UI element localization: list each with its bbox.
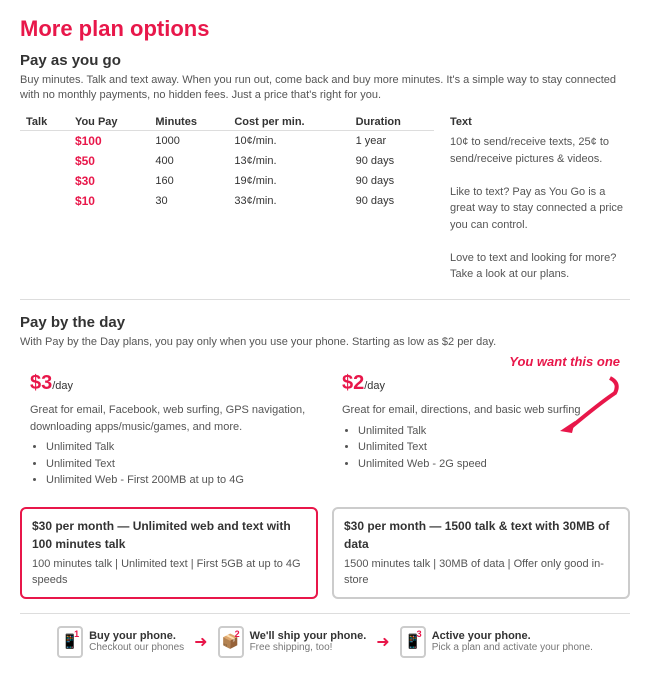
annotation-container: You want this one (509, 354, 620, 433)
col-cost: Cost per min. (228, 114, 349, 131)
step-2-text: We'll ship your phone. Free shipping, to… (250, 630, 367, 653)
payasyougo-table-container: Talk You Pay Minutes Cost per min. Durat… (20, 114, 434, 283)
step-3-sublabel: Pick a plan and activate your phone. (432, 642, 593, 653)
annotation-text: You want this one (509, 354, 620, 369)
cell-cost: 13¢/min. (228, 151, 349, 171)
plan-2day-unit: /day (364, 380, 385, 392)
step-1: 1 📱 Buy your phone. Checkout our phones (57, 626, 184, 658)
table-row: $5040013¢/min.90 days (20, 151, 434, 171)
payasyougo-section: Pay as you go Buy minutes. Talk and text… (20, 52, 630, 283)
cell-minutes: 30 (149, 191, 228, 211)
step-2-sublabel: Free shipping, too! (250, 642, 367, 653)
text-header: Text (450, 114, 630, 131)
plan-3day-bullets: Unlimited Talk Unlimited Text Unlimited … (30, 439, 308, 489)
step-arrow-2: ➜ (376, 632, 389, 652)
plan-2day-bullet-2: Unlimited Text (358, 439, 620, 456)
step-arrow-1: ➜ (194, 632, 207, 652)
bottom-plans: $30 per month — Unlimited web and text w… (20, 507, 630, 599)
bottom-plan-2-title: $30 per month — 1500 talk & text with 30… (344, 517, 618, 553)
plan-3day-bullet-1: Unlimited Talk (46, 439, 308, 456)
cell-minutes: 400 (149, 151, 228, 171)
step-3: 3 📱 Active your phone. Pick a plan and a… (400, 626, 593, 658)
page-container: More plan options Pay as you go Buy minu… (0, 0, 650, 680)
paybyday-title: Pay by the day (20, 314, 630, 331)
footer-steps: 1 📱 Buy your phone. Checkout our phones … (20, 613, 630, 664)
plan-card-3day: $3/day Great for email, Facebook, web su… (20, 360, 318, 497)
step-2: 2 📦 We'll ship your phone. Free shipping… (218, 626, 367, 658)
step-1-label: Buy your phone. (89, 630, 184, 642)
cell-talk (20, 171, 69, 191)
col-talk: Talk (20, 114, 69, 131)
col-youpay: You Pay (69, 114, 149, 131)
text-line1: 10¢ to send/receive texts, 25¢ to send/r… (450, 134, 630, 167)
payasyougo-title: Pay as you go (20, 52, 630, 69)
col-duration: Duration (350, 114, 434, 131)
paybyday-section: Pay by the day With Pay by the Day plans… (20, 314, 630, 599)
col-minutes: Minutes (149, 114, 228, 131)
divider-1 (20, 299, 630, 300)
step-3-icon: 3 📱 (400, 626, 426, 658)
plan-3day-desc: Great for email, Facebook, web surfing, … (30, 402, 308, 435)
plan-3day-bullet-3: Unlimited Web - First 200MB at up to 4G (46, 472, 308, 489)
annotation-arrow-icon (540, 373, 620, 433)
plan-3day-price: $3 (30, 372, 52, 394)
plan-3day-unit: /day (52, 380, 73, 392)
step-1-sublabel: Checkout our phones (89, 642, 184, 653)
text-line3: Love to text and looking for more? Take … (450, 250, 630, 283)
cell-duration: 90 days (350, 191, 434, 211)
plan-3day-bullet-2: Unlimited Text (46, 456, 308, 473)
step-3-text: Active your phone. Pick a plan and activ… (432, 630, 593, 653)
cell-minutes: 160 (149, 171, 228, 191)
paybyday-desc: With Pay by the Day plans, you pay only … (20, 335, 630, 350)
step-1-text: Buy your phone. Checkout our phones (89, 630, 184, 653)
cell-youpay: $50 (69, 151, 149, 171)
page-title: More plan options (20, 16, 630, 42)
cell-duration: 90 days (350, 171, 434, 191)
cell-talk (20, 191, 69, 211)
cell-minutes: 1000 (149, 130, 228, 151)
step-3-label: Active your phone. (432, 630, 593, 642)
payasyougo-table: Talk You Pay Minutes Cost per min. Durat… (20, 114, 434, 211)
cell-talk (20, 130, 69, 151)
cell-youpay: $30 (69, 171, 149, 191)
bottom-plan-1-desc: 100 minutes talk | Unlimited text | Firs… (32, 556, 306, 589)
table-row: $100100010¢/min.1 year (20, 130, 434, 151)
payasyougo-content: Talk You Pay Minutes Cost per min. Durat… (20, 114, 630, 283)
bottom-plan-2[interactable]: $30 per month — 1500 talk & text with 30… (332, 507, 630, 599)
text-section: Text 10¢ to send/receive texts, 25¢ to s… (450, 114, 630, 283)
cell-talk (20, 151, 69, 171)
plan-2day-bullet-3: Unlimited Web - 2G speed (358, 456, 620, 473)
bottom-plan-highlighted[interactable]: $30 per month — Unlimited web and text w… (20, 507, 318, 599)
cell-cost: 19¢/min. (228, 171, 349, 191)
table-row: $3016019¢/min.90 days (20, 171, 434, 191)
cell-duration: 1 year (350, 130, 434, 151)
cell-youpay: $10 (69, 191, 149, 211)
step-2-icon: 2 📦 (218, 626, 244, 658)
bottom-plan-2-desc: 1500 minutes talk | 30MB of data | Offer… (344, 556, 618, 589)
table-row: $103033¢/min.90 days (20, 191, 434, 211)
step-2-label: We'll ship your phone. (250, 630, 367, 642)
plan-2day-price: $2 (342, 372, 364, 394)
payasyougo-desc: Buy minutes. Talk and text away. When yo… (20, 73, 630, 104)
step-1-icon: 1 📱 (57, 626, 83, 658)
bottom-plan-1-title: $30 per month — Unlimited web and text w… (32, 517, 306, 553)
cell-duration: 90 days (350, 151, 434, 171)
cell-cost: 10¢/min. (228, 130, 349, 151)
cell-cost: 33¢/min. (228, 191, 349, 211)
text-line2: Like to text? Pay as You Go is a great w… (450, 184, 630, 234)
cell-youpay: $100 (69, 130, 149, 151)
